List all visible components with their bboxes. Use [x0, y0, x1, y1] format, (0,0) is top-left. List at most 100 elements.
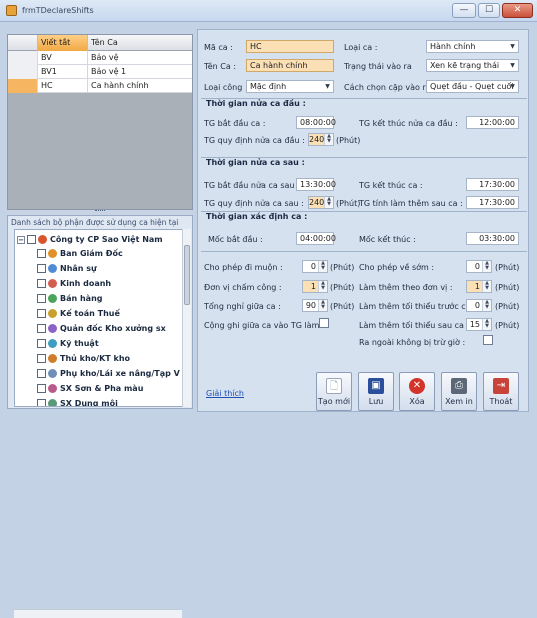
grid-indicator-header [8, 35, 38, 51]
table-row[interactable]: BV Bảo vệ [8, 51, 192, 65]
tree-item-label: Kế toán Thuế [60, 309, 120, 318]
add-break-checkbox[interactable] [319, 318, 329, 328]
checkbox[interactable] [37, 399, 46, 406]
spin-arrows-icon[interactable]: ▲ ▼ [318, 300, 327, 311]
tree-item[interactable]: Phụ kho/Lái xe nâng/Tạp V [37, 367, 180, 380]
exit-button-label: Thoát [489, 397, 513, 406]
tree-item[interactable]: Thủ kho/KT kho [37, 352, 130, 365]
early-label: Cho phép về sớm : [359, 263, 435, 272]
trang-thai-value: Xen kẽ trạng thái [430, 61, 500, 70]
checkbox[interactable] [37, 264, 46, 273]
s3-from-input[interactable]: 04:00:00 [296, 232, 336, 245]
loai-cong-label: Loại công [204, 83, 243, 92]
ot-min-before-stepper[interactable]: 0 ▲ ▼ [466, 299, 492, 312]
department-tree-panel: Danh sách bộ phận được sử dụng ca hiện t… [7, 215, 193, 618]
early-stepper[interactable]: 0 ▲ ▼ [466, 260, 492, 273]
tree-item-label: Kinh doanh [60, 279, 112, 288]
unit-stepper[interactable]: 1 ▲ ▼ [302, 280, 328, 293]
checkbox[interactable] [37, 339, 46, 348]
minimize-button[interactable]: — [452, 3, 476, 18]
checkbox[interactable] [37, 309, 46, 318]
spin-arrows-icon[interactable]: ▲ ▼ [482, 261, 491, 272]
delete-button[interactable]: ✕ Xóa [399, 372, 435, 411]
loai-cong-select[interactable]: Mặc định ▼ [246, 80, 334, 93]
no-deduct-checkbox[interactable] [483, 335, 493, 345]
ma-ca-input[interactable]: HC [246, 40, 334, 53]
spin-arrows-icon[interactable]: ▲ ▼ [318, 261, 327, 272]
spin-arrows-icon[interactable]: ▲ ▼ [482, 300, 491, 311]
tree-item[interactable]: Ban Giám Đốc [37, 247, 123, 260]
late-stepper[interactable]: 0 ▲ ▼ [302, 260, 328, 273]
ma-ca-label: Mã ca : [204, 43, 233, 52]
tree-item[interactable]: SX Sơn & Pha màu [37, 382, 143, 395]
section-second-half-title: Thời gian nửa ca sau : [206, 158, 305, 167]
tree-item[interactable]: Kinh doanh [37, 277, 111, 290]
table-row-selected[interactable]: HC Ca hành chính [8, 79, 192, 93]
s3-to-input[interactable]: 03:30:00 [466, 232, 519, 245]
trang-thai-select[interactable]: Xen kẽ trạng thái ▼ [426, 59, 519, 72]
ot-min-after-stepper[interactable]: 15 ▲ ▼ [466, 318, 492, 331]
s2-start-input[interactable]: 13:30:00 [296, 178, 336, 191]
loai-ca-select[interactable]: Hành chính ▼ [426, 40, 519, 53]
cach-chon-select[interactable]: Quẹt đầu - Quẹt cuối ▼ [426, 80, 519, 93]
tree-item[interactable]: Kỹ thuật [37, 337, 99, 350]
checkbox[interactable] [27, 235, 36, 244]
s2-ot-label: TG tính làm thêm sau ca : [359, 199, 463, 208]
department-icon [48, 309, 57, 318]
s1-start-input[interactable]: 08:00:00 [296, 116, 336, 129]
spin-arrows-icon[interactable]: ▲ ▼ [318, 281, 327, 292]
spin-arrows-icon[interactable]: ▲ ▼ [324, 134, 333, 145]
table-row[interactable]: BV1 Bảo vệ 1 [8, 65, 192, 79]
print-preview-button[interactable]: ⎙ Xem in [441, 372, 477, 411]
checkbox[interactable] [37, 384, 46, 393]
s2-quota-stepper[interactable]: 240 ▲ ▼ [308, 196, 334, 209]
department-icon [48, 399, 57, 406]
spin-arrows-icon[interactable]: ▲ ▼ [482, 319, 491, 330]
checkbox[interactable] [37, 294, 46, 303]
help-link[interactable]: Giải thích [206, 389, 244, 398]
ten-ca-input[interactable]: Ca hành chính [246, 59, 334, 72]
save-button[interactable]: ▣ Lưu [358, 372, 394, 411]
checkbox[interactable] [37, 369, 46, 378]
tree-root[interactable]: − Công ty CP Sao Việt Nam [17, 233, 163, 246]
checkbox[interactable] [37, 354, 46, 363]
break-unit: (Phút) [330, 302, 355, 311]
ot-unit-label: Làm thêm theo đơn vị : [359, 283, 453, 292]
tree-horizontal-scrollbar[interactable] [14, 609, 182, 618]
tree-item-label: SX Sơn & Pha màu [60, 384, 144, 393]
s2-end-input[interactable]: 17:30:00 [466, 178, 519, 191]
new-button[interactable]: 🗋 Tạo mới [316, 372, 352, 411]
maximize-button[interactable]: ☐ [478, 3, 500, 18]
collapse-icon[interactable]: − [17, 235, 25, 244]
s1-quota-stepper[interactable]: 240 ▲ ▼ [308, 133, 334, 146]
close-button[interactable]: ✕ [502, 3, 533, 18]
break-label: Tổng nghỉ giữa ca : [204, 302, 281, 311]
late-label: Cho phép đi muộn : [204, 263, 283, 272]
checkbox[interactable] [37, 279, 46, 288]
tree-item[interactable]: Nhân sự [37, 262, 97, 275]
row-indicator [8, 79, 38, 93]
tree-item[interactable]: Kế toán Thuế [37, 307, 120, 320]
tree-item-label: SX Dung môi [60, 399, 118, 407]
checkbox[interactable] [37, 249, 46, 258]
late-unit: (Phút) [330, 263, 355, 272]
ot-min-before-label: Làm thêm tối thiểu trước ca : [359, 302, 476, 311]
ot-unit-stepper[interactable]: 1 ▲ ▼ [466, 280, 492, 293]
tree-item[interactable]: Bán hàng [37, 292, 103, 305]
s3-to-label: Mốc kết thúc : [359, 235, 416, 244]
s2-end-label: TG kết thúc ca : [359, 181, 423, 190]
scroll-thumb[interactable] [184, 245, 190, 305]
tree-item[interactable]: SX Dung môi [37, 397, 118, 407]
col-name-header[interactable]: Tên Ca [88, 35, 192, 51]
section-first-half-title: Thời gian nửa ca đầu : [206, 99, 306, 108]
checkbox[interactable] [37, 324, 46, 333]
col-code-header[interactable]: Viết tắt [38, 35, 88, 51]
spin-arrows-icon[interactable]: ▲ ▼ [482, 281, 491, 292]
s1-end-input[interactable]: 12:00:00 [466, 116, 519, 129]
tree-vertical-scrollbar[interactable] [182, 229, 191, 407]
s2-ot-input[interactable]: 17:30:00 [466, 196, 519, 209]
spin-arrows-icon[interactable]: ▲ ▼ [324, 197, 333, 208]
exit-button[interactable]: ⇥ Thoát [483, 372, 519, 411]
tree-item[interactable]: Quản đốc Kho xưởng sx [37, 322, 166, 335]
break-stepper[interactable]: 90 ▲ ▼ [302, 299, 328, 312]
